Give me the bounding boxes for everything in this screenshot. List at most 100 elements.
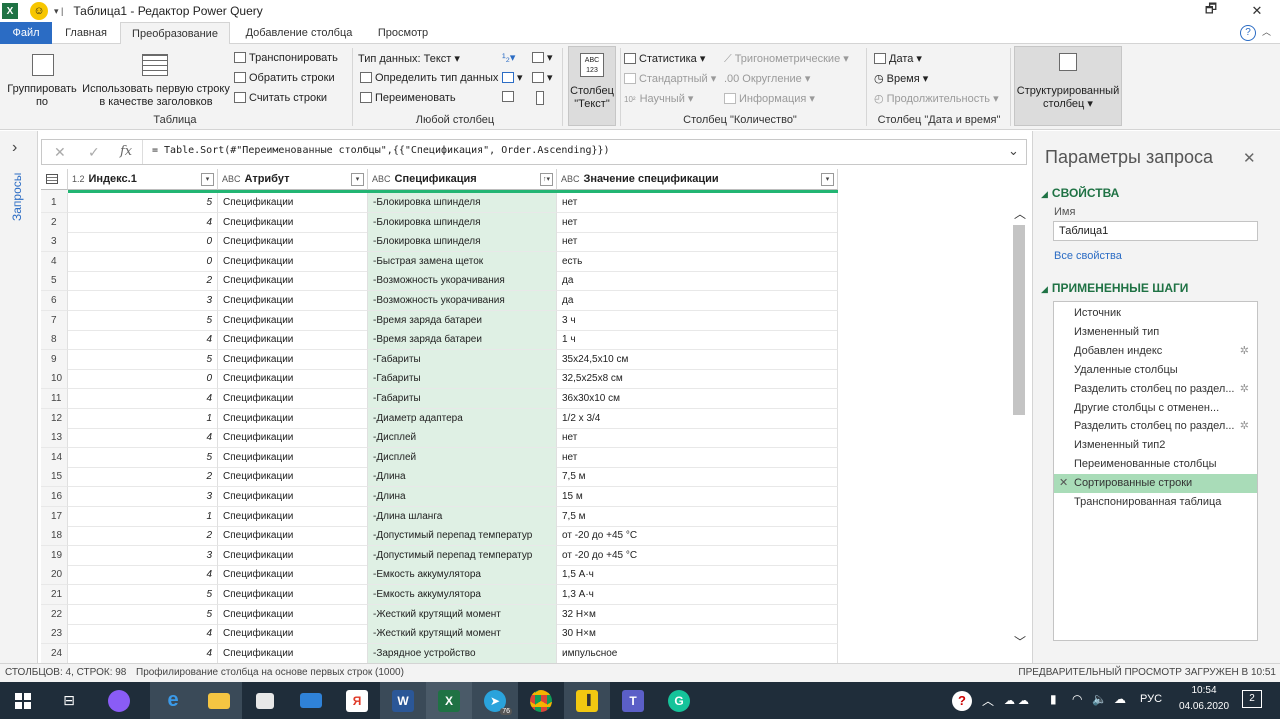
cell-attribute[interactable]: Спецификации (218, 624, 368, 645)
row-number[interactable]: 6 (41, 291, 68, 311)
row-number[interactable]: 8 (41, 330, 68, 351)
volume-icon[interactable]: 🔈 (1092, 692, 1107, 706)
cell-specification[interactable]: -Емкость аккумулятора (368, 565, 557, 586)
cell-index[interactable]: 0 (68, 251, 218, 272)
tray-expand-icon[interactable]: ︿ (982, 692, 994, 709)
store-icon[interactable] (242, 682, 288, 719)
chrome-icon[interactable] (518, 682, 564, 719)
row-number[interactable]: 11 (41, 389, 68, 409)
cell-specification[interactable]: -Блокировка шпинделя (368, 212, 557, 233)
row-number[interactable]: 3 (41, 232, 68, 253)
telegram-icon[interactable]: ➤ 76 (472, 682, 518, 719)
edge-icon[interactable]: e (150, 682, 196, 719)
detect-type-button[interactable]: Определить тип данных (360, 72, 498, 84)
wifi-icon[interactable]: ◠ (1072, 692, 1082, 706)
cell-specification[interactable]: -Диаметр адаптера (368, 408, 557, 429)
cell-spec-value[interactable]: 32,5х25х8 см (557, 369, 838, 390)
scroll-down-icon[interactable]: ﹀ (1014, 633, 1026, 650)
cell-attribute[interactable]: Спецификации (218, 506, 368, 527)
table-row[interactable]: 19 3 Спецификации -Допустимый перепад темпе… (41, 545, 838, 566)
mail-icon[interactable] (288, 682, 334, 719)
cell-attribute[interactable]: Спецификации (218, 330, 368, 351)
table-row[interactable]: 5 2 Спецификации -Возможность укорачивания д… (41, 271, 838, 292)
all-properties-link[interactable]: Все свойства (1054, 250, 1122, 262)
cell-spec-value[interactable]: 15 м (557, 487, 838, 507)
cell-spec-value[interactable]: нет (557, 447, 838, 468)
cell-spec-value[interactable]: 36х30х10 см (557, 389, 838, 409)
cell-index[interactable]: 1 (68, 506, 218, 527)
table-row[interactable]: 7 5 Спецификации -Время заряда батареи 3 ч (41, 310, 838, 331)
queries-label[interactable]: Запросы (10, 173, 24, 221)
row-number[interactable]: 15 (41, 467, 68, 488)
close-pane-icon[interactable]: ✕ (1243, 149, 1256, 167)
usb-icon[interactable]: ▮ (1050, 692, 1057, 706)
sort-ascending-icon[interactable]: ↑▾ (540, 173, 553, 186)
cloud-sync-icon[interactable]: ☁ (1114, 692, 1126, 706)
row-number[interactable]: 23 (41, 624, 68, 645)
file-explorer-icon[interactable] (196, 682, 242, 719)
column-filter-icon[interactable]: ▾ (201, 173, 214, 186)
cell-index[interactable]: 2 (68, 467, 218, 488)
onedrive-icon[interactable]: ☁ ☁ (1004, 694, 1029, 707)
row-number[interactable]: 9 (41, 349, 68, 370)
row-number[interactable]: 19 (41, 545, 68, 566)
cell-attribute[interactable]: Спецификации (218, 349, 368, 370)
row-number[interactable]: 5 (41, 271, 68, 292)
trig-dropdown[interactable]: ⟋ Тригонометрические ▾ (724, 52, 849, 66)
table-row[interactable]: 14 5 Спецификации -Дисплей нет (41, 447, 838, 468)
row-number[interactable]: 4 (41, 251, 68, 272)
cell-index[interactable]: 4 (68, 330, 218, 351)
task-view-icon[interactable]: ⊟ (46, 682, 92, 719)
tab-home[interactable]: Главная (56, 22, 116, 44)
row-number[interactable]: 22 (41, 604, 68, 625)
row-number[interactable]: 24 (41, 643, 68, 663)
cell-spec-value[interactable]: нет (557, 212, 838, 233)
count-rows-button[interactable]: Считать строки (234, 92, 327, 104)
cell-spec-value[interactable]: нет (557, 232, 838, 253)
cancel-formula-icon[interactable]: ✕ (54, 144, 66, 161)
cell-attribute[interactable]: Спецификации (218, 271, 368, 292)
row-number[interactable]: 16 (41, 487, 68, 507)
table-row[interactable]: 12 1 Спецификации -Диаметр адаптера 1/2 x 3/… (41, 408, 838, 429)
row-number[interactable]: 17 (41, 506, 68, 527)
table-row[interactable]: 21 5 Спецификации -Емкость аккумулятора 1,3 … (41, 585, 838, 605)
collapse-ribbon-icon[interactable]: ︿ (1262, 25, 1271, 38)
column-filter-icon[interactable]: ▾ (821, 173, 834, 186)
data-type-dropdown[interactable]: Тип данных: Текст ▾ (358, 52, 460, 65)
cell-spec-value[interactable]: 1 ч (557, 330, 838, 351)
cell-attribute[interactable]: Спецификации (218, 369, 368, 390)
powerbi-icon[interactable]: ▐ (564, 682, 610, 719)
cell-index[interactable]: 4 (68, 389, 218, 409)
cell-attribute[interactable]: Спецификации (218, 251, 368, 272)
table-row[interactable]: 9 5 Спецификации -Габариты 35х24,5х10 см (41, 349, 838, 370)
cell-attribute[interactable]: Спецификации (218, 232, 368, 253)
cell-attribute[interactable]: Спецификации (218, 389, 368, 409)
cell-spec-value[interactable]: 30 Н×м (557, 624, 838, 645)
table-row[interactable]: 4 0 Спецификации -Быстрая замена щеток есть (41, 251, 838, 272)
table-row[interactable]: 20 4 Спецификации -Емкость аккумулятора 1,5 … (41, 565, 838, 586)
cell-specification[interactable]: -Время заряда батареи (368, 310, 557, 331)
applied-step[interactable]: Измененный тип2 (1054, 436, 1257, 455)
table-row[interactable]: 3 0 Спецификации -Блокировка шпинделя нет (41, 232, 838, 253)
cell-index[interactable]: 5 (68, 447, 218, 468)
cell-specification[interactable]: -Габариты (368, 369, 557, 390)
row-number[interactable]: 12 (41, 408, 68, 429)
rounding-dropdown[interactable]: .00 Округление ▾ (724, 72, 810, 85)
cell-attribute[interactable]: Спецификации (218, 467, 368, 488)
cell-specification[interactable]: -Емкость аккумулятора (368, 585, 557, 605)
transpose-button[interactable]: Транспонировать (234, 52, 338, 64)
cell-spec-value[interactable]: 32 Н×м (557, 604, 838, 625)
fill-icon[interactable]: ▾ (502, 71, 523, 84)
table-row[interactable]: 24 4 Спецификации -Зарядное устройство импул… (41, 643, 838, 663)
column-header-index[interactable]: 1.2 Индекс.1 ▾ (68, 169, 218, 190)
cell-spec-value[interactable]: 1/2 x 3/4 (557, 408, 838, 429)
unpivot-icon[interactable]: ▾ (532, 51, 553, 64)
cell-specification[interactable]: -Дисплей (368, 447, 557, 468)
cell-index[interactable]: 4 (68, 212, 218, 233)
table-row[interactable]: 18 2 Спецификации -Допустимый перепад темпе… (41, 526, 838, 547)
fx-icon[interactable]: fx (120, 144, 132, 159)
cell-specification[interactable]: -Время заряда батареи (368, 330, 557, 351)
expand-formula-icon[interactable]: ⌄ (1008, 143, 1019, 159)
table-menu-icon[interactable] (41, 169, 68, 190)
row-number[interactable]: 20 (41, 565, 68, 586)
